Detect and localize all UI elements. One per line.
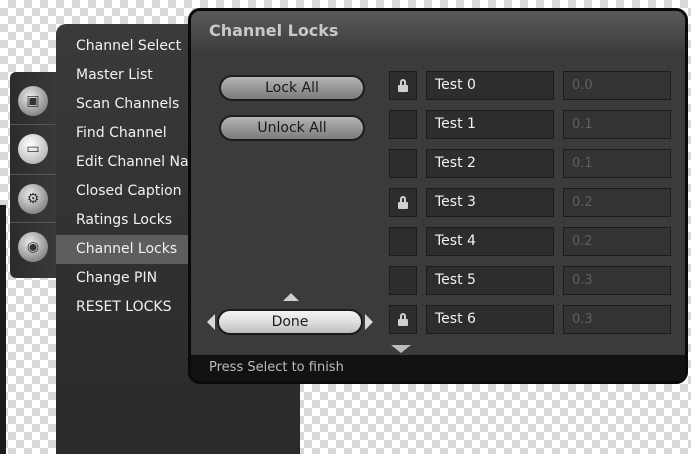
channel-row[interactable]: Test 0 0.0 <box>389 71 671 101</box>
lock-toggle[interactable] <box>389 266 417 295</box>
arrow-down-icon <box>391 345 411 353</box>
padlock-icon <box>398 79 408 92</box>
arrow-right-icon <box>365 314 373 330</box>
tv-icon[interactable]: ▭ <box>18 134 48 164</box>
lock-toggle[interactable] <box>389 227 417 256</box>
channel-row[interactable]: Test 4 0.2 <box>389 227 671 257</box>
icon-divider <box>10 222 56 223</box>
footer-hint: Press Select to finish <box>191 355 685 381</box>
icon-divider <box>10 174 56 175</box>
lock-toggle[interactable] <box>389 305 417 334</box>
lock-all-button[interactable]: Lock All <box>219 75 365 101</box>
channel-name: Test 2 <box>426 149 554 178</box>
setup-gear-icon[interactable]: ⚙ <box>18 184 48 214</box>
dialog-body: Lock All Unlock All Done Test 0 0.0 Test 1… <box>191 51 685 356</box>
arrow-left-icon <box>207 314 215 330</box>
lock-toggle[interactable] <box>389 71 417 100</box>
channel-number: 0.3 <box>563 305 671 334</box>
lock-toggle[interactable] <box>389 110 417 139</box>
channel-name: Test 0 <box>426 71 554 100</box>
channel-row[interactable]: Test 2 0.1 <box>389 149 671 179</box>
icon-divider <box>10 124 56 125</box>
channel-number: 0.1 <box>563 149 671 178</box>
channel-number: 0.3 <box>563 266 671 295</box>
picture-settings-icon[interactable]: ▣ <box>18 86 48 116</box>
dialog-title: Channel Locks <box>191 11 685 51</box>
done-button[interactable]: Done <box>217 309 363 335</box>
unlock-all-button[interactable]: Unlock All <box>219 115 365 141</box>
channel-name: Test 1 <box>426 110 554 139</box>
channel-row[interactable]: Test 5 0.3 <box>389 266 671 296</box>
channel-name: Test 4 <box>426 227 554 256</box>
channel-locks-dialog: Channel Locks Lock All Unlock All Done T… <box>188 8 688 384</box>
channel-number: 0.0 <box>563 71 671 100</box>
arrow-up-icon <box>283 293 299 301</box>
icon-column: ▣ ▭ ⚙ ◉ <box>10 72 56 278</box>
channel-name: Test 5 <box>426 266 554 295</box>
camera-icon[interactable]: ◉ <box>18 232 48 262</box>
lock-toggle[interactable] <box>389 149 417 178</box>
lock-toggle[interactable] <box>389 188 417 217</box>
channel-row[interactable]: Test 6 0.3 <box>389 305 671 335</box>
channel-name: Test 3 <box>426 188 554 217</box>
padlock-icon <box>398 313 408 326</box>
channel-name: Test 6 <box>426 305 554 334</box>
channel-number: 0.2 <box>563 188 671 217</box>
channel-number: 0.2 <box>563 227 671 256</box>
left-edge-strip <box>0 205 6 454</box>
channel-number: 0.1 <box>563 110 671 139</box>
padlock-icon <box>398 196 408 209</box>
channel-row[interactable]: Test 1 0.1 <box>389 110 671 140</box>
channel-row[interactable]: Test 3 0.2 <box>389 188 671 218</box>
